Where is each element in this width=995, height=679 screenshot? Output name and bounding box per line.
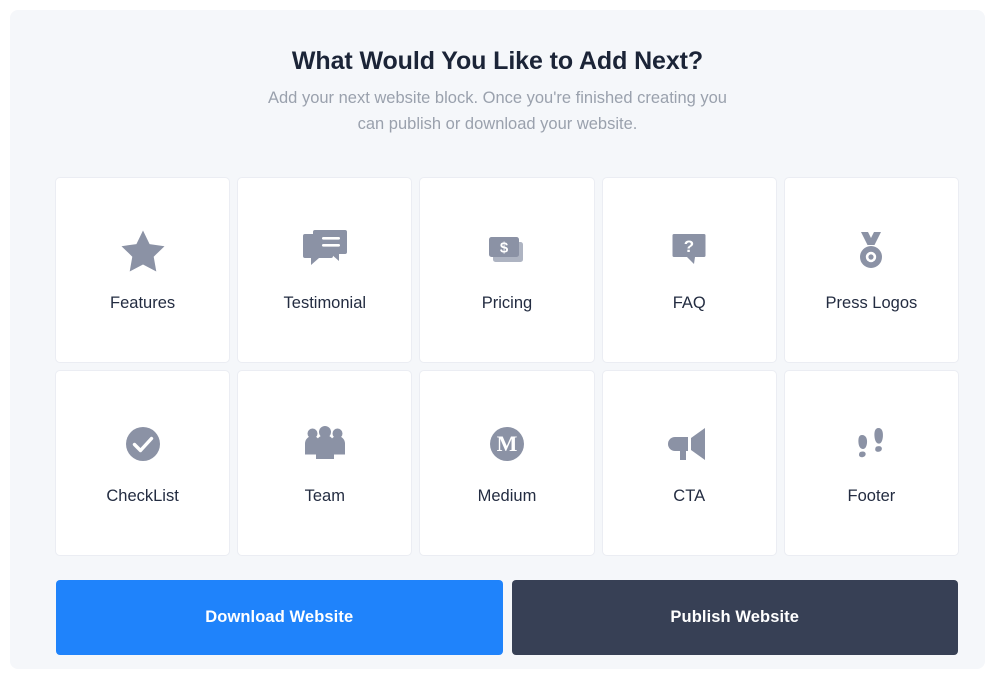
block-label: Press Logos [825, 294, 918, 312]
footprints-icon [785, 419, 958, 469]
block-label: Medium [477, 487, 537, 505]
svg-text:M: M [497, 431, 518, 456]
people-group-icon [238, 419, 411, 469]
block-label: Pricing [481, 294, 533, 312]
block-card-faq[interactable]: ? FAQ [602, 178, 776, 362]
download-website-button[interactable]: Download Website [56, 580, 503, 655]
block-label: Features [110, 294, 176, 312]
block-label: CheckList [106, 487, 179, 505]
block-card-medium[interactable]: M Medium [420, 371, 594, 555]
medium-circle-icon: M [420, 419, 593, 469]
block-card-footer[interactable]: Footer [784, 371, 958, 555]
block-card-pricing[interactable]: $ Pricing [420, 178, 594, 362]
block-card-features[interactable]: Features [56, 178, 230, 362]
page-title: What Would You Like to Add Next? [291, 47, 704, 75]
block-card-testimonial[interactable]: Testimonial [238, 178, 412, 362]
block-label: Testimonial [283, 294, 367, 312]
panel-header: What Would You Like to Add Next? Add you… [10, 10, 985, 137]
block-label: Footer [847, 487, 896, 505]
action-bar: Download Website Publish Website [56, 580, 958, 655]
star-icon [56, 226, 229, 276]
block-card-press-logos[interactable]: Press Logos [784, 178, 958, 362]
svg-text:?: ? [684, 237, 694, 256]
page-subtitle: Add your next website block. Once you're… [268, 89, 727, 134]
speech-bubbles-icon [238, 226, 411, 276]
megaphone-icon [603, 419, 776, 469]
block-card-cta[interactable]: CTA [602, 371, 776, 555]
block-label: Team [304, 487, 345, 505]
block-grid: Features Testimonial $ Pricing ? FAQ Pre… [56, 178, 958, 555]
dollar-cards-icon: $ [420, 226, 593, 276]
svg-text:$: $ [500, 239, 509, 256]
block-card-checklist[interactable]: CheckList [56, 371, 230, 555]
check-circle-icon [56, 419, 229, 469]
medal-icon [785, 226, 958, 276]
publish-website-button[interactable]: Publish Website [511, 580, 958, 655]
block-label: CTA [673, 487, 706, 505]
question-bubble-icon: ? [603, 226, 776, 276]
block-label: FAQ [672, 294, 706, 312]
block-card-team[interactable]: Team [238, 371, 412, 555]
add-block-panel: What Would You Like to Add Next? Add you… [10, 10, 985, 669]
